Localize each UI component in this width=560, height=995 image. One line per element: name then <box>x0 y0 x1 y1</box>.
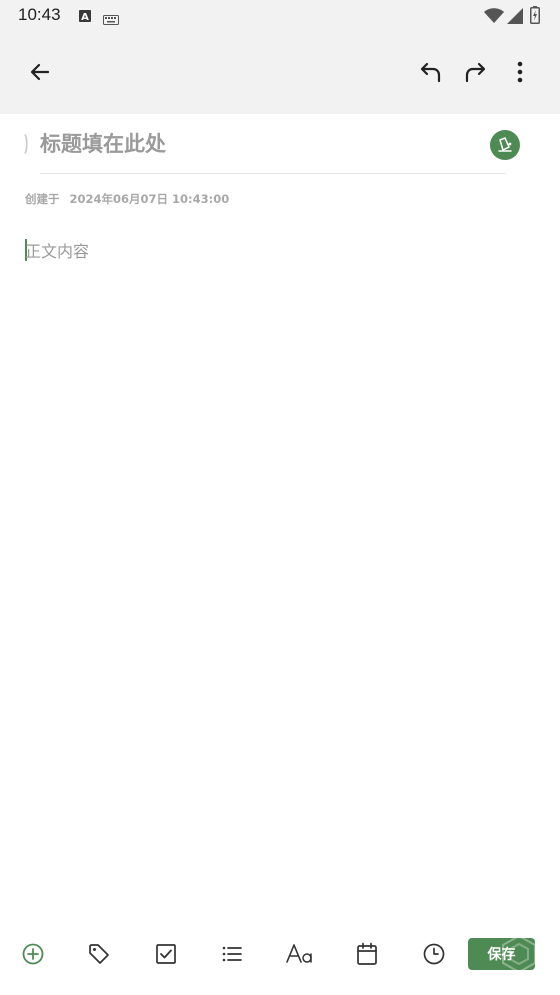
body-input[interactable] <box>25 234 535 918</box>
more-vertical-icon <box>517 61 523 83</box>
tag-icon <box>89 944 109 964</box>
watermark-logo-icon <box>502 938 535 970</box>
body-area <box>25 234 535 918</box>
clock-icon <box>423 943 445 965</box>
undo-button[interactable] <box>409 50 453 94</box>
keyboard-icon <box>103 10 119 29</box>
back-arrow-icon <box>30 63 50 81</box>
text-format-button[interactable] <box>282 936 318 972</box>
add-circle-icon <box>22 943 44 965</box>
list-icon <box>222 946 242 962</box>
back-button[interactable] <box>18 50 62 94</box>
calendar-button[interactable] <box>349 936 385 972</box>
title-row <box>0 114 560 174</box>
a-box-icon: A <box>78 8 92 27</box>
status-time: 10:43 <box>18 5 61 24</box>
redo-button[interactable] <box>453 50 497 94</box>
undo-icon <box>420 62 441 83</box>
status-bar: 10:43 A <box>0 0 560 32</box>
save-button[interactable]: 保存 <box>468 938 535 970</box>
wifi-icon <box>484 8 504 28</box>
bottom-toolbar: 保存 <box>0 920 560 990</box>
title-divider <box>40 173 506 174</box>
paint-bucket-button[interactable] <box>490 130 520 160</box>
title-input[interactable] <box>40 126 460 162</box>
signal-icon <box>507 8 523 28</box>
redo-icon <box>465 62 486 83</box>
created-info: 创建于 2024年06月07日 10:43:00 <box>25 191 235 207</box>
tag-button[interactable] <box>81 936 117 972</box>
created-timestamp: 2024年06月07日 10:43:00 <box>69 192 230 206</box>
checkbox-icon <box>156 944 176 964</box>
reminder-button[interactable] <box>416 936 452 972</box>
top-toolbar <box>0 32 560 114</box>
paint-bucket-icon <box>498 137 512 152</box>
calendar-icon <box>357 942 377 965</box>
add-button[interactable] <box>15 936 51 972</box>
edge-bracket-icon <box>24 134 28 154</box>
checkbox-button[interactable] <box>148 936 184 972</box>
note-editor-screen: 10:43 A 标题填在此处 创建于 2024年06月07日 10:43:00 … <box>0 0 560 995</box>
more-options-button[interactable] <box>498 50 542 94</box>
text-format-icon <box>286 944 312 963</box>
list-button[interactable] <box>214 936 250 972</box>
svg-text:A: A <box>81 12 89 23</box>
battery-icon <box>530 6 540 28</box>
created-label: 创建于 <box>25 192 60 206</box>
